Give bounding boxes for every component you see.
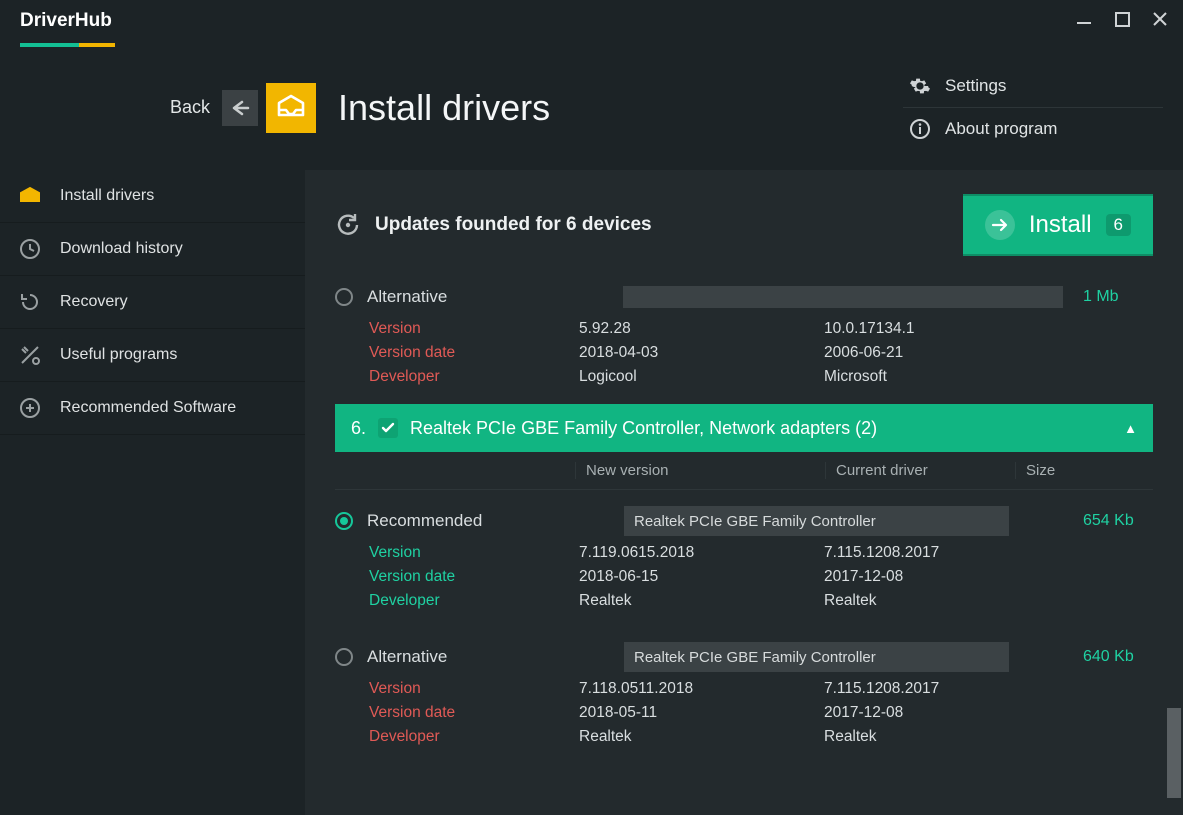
option-label: Recommended: [367, 511, 482, 531]
sidebar-item-download-history[interactable]: Download history: [0, 223, 305, 276]
back-label: Back: [170, 97, 210, 118]
app-brand: DriverHub: [20, 10, 112, 36]
cur-version: 7.115.1208.2017: [824, 544, 1069, 562]
driver-name-field: Realtek PCIe GBE Family Controller: [624, 506, 1009, 536]
label-developer: Developer: [369, 592, 579, 610]
cur-dev: Realtek: [824, 592, 1069, 610]
refresh-icon: [335, 212, 361, 238]
page-icon-inbox: [266, 83, 316, 133]
group-checkbox[interactable]: [378, 418, 398, 438]
label-version: Version: [369, 680, 579, 698]
scrollbar-thumb[interactable]: [1167, 708, 1181, 798]
install-arrow-icon: [985, 210, 1015, 240]
window-controls: [1075, 10, 1169, 28]
gear-icon: [909, 75, 931, 97]
driver-list-scroll[interactable]: Alternative 1 Mb Version 5.92.28 10.0.17…: [305, 280, 1183, 815]
group-title: Realtek PCIe GBE Family Controller, Netw…: [410, 418, 877, 439]
group-number: 6.: [351, 418, 366, 439]
new-dev: Realtek: [579, 592, 824, 610]
new-date: 2018-05-11: [579, 704, 824, 722]
new-date: 2018-04-03: [579, 344, 824, 362]
status-text: Updates founded for 6 devices: [375, 214, 652, 236]
inbox-icon: [18, 184, 42, 208]
cur-dev: Microsoft: [824, 368, 1069, 386]
label-developer: Developer: [369, 368, 579, 386]
install-button[interactable]: Install 6: [963, 194, 1153, 256]
new-version: 5.92.28: [579, 320, 824, 338]
minimize-button[interactable]: [1075, 10, 1093, 28]
cur-version: 7.115.1208.2017: [824, 680, 1069, 698]
label-version: Version: [369, 544, 579, 562]
tools-icon: [18, 343, 42, 367]
sidebar-item-install-drivers[interactable]: Install drivers: [0, 170, 305, 223]
collapse-icon: ▲: [1124, 421, 1137, 436]
sidebar: Install drivers Download history Recover…: [0, 170, 305, 815]
new-version: 7.119.0615.2018: [579, 544, 824, 562]
label-version: Version: [369, 320, 579, 338]
driver-name-field: Realtek PCIe GBE Family Controller: [624, 642, 1009, 672]
sidebar-item-label: Install drivers: [60, 187, 154, 205]
add-circle-icon: [18, 396, 42, 420]
driver-group-header[interactable]: 6. Realtek PCIe GBE Family Controller, N…: [335, 404, 1153, 452]
new-date: 2018-06-15: [579, 568, 824, 586]
col-new-version: New version: [575, 462, 825, 479]
radio-alternative-prev[interactable]: [335, 288, 353, 306]
columns-header: New version Current driver Size: [335, 452, 1153, 490]
close-button[interactable]: [1151, 10, 1169, 28]
option-label: Alternative: [367, 287, 447, 307]
sidebar-item-recovery[interactable]: Recovery: [0, 276, 305, 329]
back-button[interactable]: [222, 90, 258, 126]
cur-version: 10.0.17134.1: [824, 320, 1069, 338]
new-dev: Logicool: [579, 368, 824, 386]
cur-date: 2017-12-08: [824, 704, 1069, 722]
col-size: Size: [1015, 462, 1153, 479]
progress-bar: [623, 286, 1063, 308]
label-version-date: Version date: [369, 568, 579, 586]
about-label: About program: [945, 119, 1057, 139]
new-dev: Realtek: [579, 728, 824, 746]
restore-icon: [18, 290, 42, 314]
cur-date: 2006-06-21: [824, 344, 1069, 362]
sidebar-item-label: Useful programs: [60, 346, 177, 364]
maximize-button[interactable]: [1113, 10, 1131, 28]
option-label: Alternative: [367, 647, 447, 667]
settings-label: Settings: [945, 76, 1006, 96]
cur-dev: Realtek: [824, 728, 1069, 746]
sidebar-item-label: Recovery: [60, 293, 128, 311]
info-icon: [909, 118, 931, 140]
install-count-badge: 6: [1106, 214, 1131, 236]
col-spacer: [335, 462, 575, 479]
cur-date: 2017-12-08: [824, 568, 1069, 586]
size-value: 640 Kb: [1083, 648, 1153, 666]
sidebar-item-useful-programs[interactable]: Useful programs: [0, 329, 305, 382]
sidebar-item-label: Recommended Software: [60, 399, 236, 417]
radio-recommended[interactable]: [335, 512, 353, 530]
radio-alternative[interactable]: [335, 648, 353, 666]
install-label: Install: [1029, 211, 1092, 239]
about-link[interactable]: About program: [903, 108, 1163, 150]
clock-icon: [18, 237, 42, 261]
settings-link[interactable]: Settings: [903, 65, 1163, 108]
size-value: 1 Mb: [1083, 288, 1153, 306]
sidebar-item-recommended-software[interactable]: Recommended Software: [0, 382, 305, 435]
col-current-driver: Current driver: [825, 462, 1015, 479]
new-version: 7.118.0511.2018: [579, 680, 824, 698]
size-value: 654 Kb: [1083, 512, 1153, 530]
sidebar-item-label: Download history: [60, 240, 183, 258]
label-version-date: Version date: [369, 344, 579, 362]
page-title: Install drivers: [338, 87, 550, 129]
label-version-date: Version date: [369, 704, 579, 722]
label-developer: Developer: [369, 728, 579, 746]
